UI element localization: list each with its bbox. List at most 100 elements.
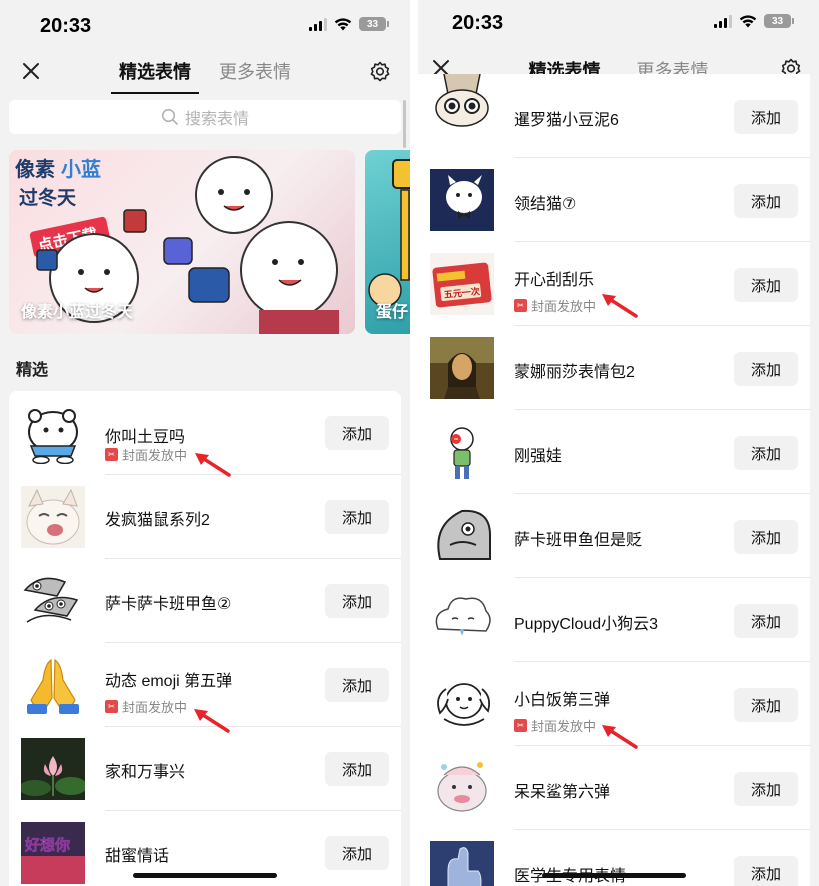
item-name: 发疯猫鼠系列2 xyxy=(105,512,210,529)
item-name: 蒙娜丽莎表情包2 xyxy=(514,364,635,381)
add-button[interactable]: 添加 xyxy=(734,772,798,806)
search-bar[interactable]: 搜索表情 xyxy=(9,100,401,134)
scratch-card-sticker-icon: 五元一次 xyxy=(430,253,494,315)
puppy-cloud-sticker-icon xyxy=(435,597,491,635)
banner-art-text-2: 小蓝 xyxy=(61,158,101,181)
cover-badge: ✂ 封面发放中 xyxy=(105,697,187,716)
item-name: 刚强娃 xyxy=(514,448,563,465)
left-screen: 20:33 33 精选表情 更多表情 搜索表情 像素 小蓝 过冬天 点击下载 像… xyxy=(0,0,410,886)
featured-banner-next[interactable]: 蛋仔 xyxy=(365,150,410,334)
item-name: 领结猫⑦ xyxy=(514,196,577,213)
list-item[interactable]: 呆呆鲨第六弹 添加 xyxy=(418,746,810,830)
cover-badge-text: 封面发放中 xyxy=(122,448,188,463)
search-placeholder: 搜索表情 xyxy=(184,111,249,128)
red-arrow-icon xyxy=(602,725,638,749)
thumb-text: 好想你 xyxy=(24,836,70,854)
white-dog-sticker-icon xyxy=(437,683,491,726)
tab-featured[interactable]: 精选表情 xyxy=(111,58,199,94)
banner-next-caption: 蛋仔 xyxy=(376,304,409,321)
status-time: 20:33 xyxy=(452,12,504,34)
fish-face-sticker-icon xyxy=(437,509,491,560)
item-name: 开心刮刮乐 xyxy=(514,272,595,289)
cover-badge: ✂ 封面发放中 xyxy=(105,445,187,464)
red-arrow-icon xyxy=(195,453,231,477)
add-button[interactable]: 添加 xyxy=(734,856,798,886)
add-button[interactable]: 添加 xyxy=(325,668,389,702)
item-name: 萨卡班甲鱼但是贬 xyxy=(514,532,643,549)
cover-badge-icon: ✂ xyxy=(105,448,118,461)
list-item[interactable]: 领结猫⑦ 添加 xyxy=(418,158,810,242)
list-item[interactable]: 发疯猫鼠系列2 添加 xyxy=(9,475,401,559)
add-button[interactable]: 添加 xyxy=(734,436,798,470)
status-icons: 33 xyxy=(714,14,794,28)
signal-icon xyxy=(714,14,732,28)
banner-art-text-3: 过冬天 xyxy=(19,186,77,209)
add-button[interactable]: 添加 xyxy=(734,688,798,722)
item-name: 暹罗猫小豆泥6 xyxy=(514,112,619,129)
list-item[interactable]: 刚强娃 添加 xyxy=(418,410,810,494)
medical-student-sticker-icon xyxy=(430,841,494,886)
red-arrow-icon xyxy=(602,294,638,318)
list-item[interactable]: 暹罗猫小豆泥6 添加 xyxy=(418,74,810,158)
item-name: 小白饭第三弹 xyxy=(514,692,611,709)
battery-icon: 33 xyxy=(764,14,794,28)
cover-badge-text: 封面发放中 xyxy=(531,719,597,734)
add-button[interactable]: 添加 xyxy=(734,184,798,218)
add-button[interactable]: 添加 xyxy=(734,352,798,386)
strong-kid-sticker-icon xyxy=(450,427,474,479)
section-title: 精选 xyxy=(16,362,49,379)
banner-caption: 像素小蓝过冬天 xyxy=(21,304,134,321)
cover-badge: ✂ 封面发放中 xyxy=(514,716,596,735)
add-button[interactable]: 添加 xyxy=(734,520,798,554)
item-name: 动态 emoji 第五弹 xyxy=(105,673,233,690)
siamese-cat-sticker-icon xyxy=(435,74,489,127)
list-item[interactable]: 家和万事兴 添加 xyxy=(9,727,401,811)
add-button[interactable]: 添加 xyxy=(325,752,389,786)
list-item[interactable]: 萨卡萨卡班甲鱼② 添加 xyxy=(9,559,401,643)
praying-hands-emoji-icon xyxy=(27,658,79,714)
mona-lisa-sticker-icon xyxy=(430,337,494,399)
featured-banner[interactable]: 像素 小蓝 过冬天 点击下载 像素小蓝过冬天 xyxy=(9,150,355,334)
item-name: 呆呆鲨第六弹 xyxy=(514,784,611,801)
gear-icon[interactable] xyxy=(368,60,392,84)
cover-badge-icon: ✂ xyxy=(105,700,118,713)
fish-sticker-icon xyxy=(23,577,79,623)
love-words-sticker-icon: 好想你 xyxy=(21,822,85,884)
add-button[interactable]: 添加 xyxy=(325,584,389,618)
tab-bar: 精选表情 更多表情 xyxy=(0,58,410,94)
bowtie-cat-sticker-icon xyxy=(430,169,494,231)
cover-badge: ✂ 封面发放中 xyxy=(514,296,596,315)
cover-badge-icon: ✂ xyxy=(514,299,527,312)
banner-art-text-1: 像素 xyxy=(15,157,55,181)
cover-badge-icon: ✂ xyxy=(514,719,527,732)
add-button[interactable]: 添加 xyxy=(325,836,389,870)
right-screen: 20:33 33 精选表情 更多表情 暹罗猫小豆泥6 添加 领结猫⑦ 添加 五元… xyxy=(418,0,819,886)
list-item[interactable]: PuppyCloud小狗云3 添加 xyxy=(418,578,810,662)
status-bar: 20:33 33 xyxy=(0,0,410,46)
item-name: 甜蜜情话 xyxy=(105,848,170,865)
item-name: 家和万事兴 xyxy=(105,764,186,781)
top-nav: 精选表情 更多表情 xyxy=(0,48,410,96)
add-button[interactable]: 添加 xyxy=(734,100,798,134)
add-button[interactable]: 添加 xyxy=(734,268,798,302)
wifi-icon xyxy=(334,18,352,31)
status-bar: 20:33 33 xyxy=(418,0,819,46)
list-item[interactable]: 蒙娜丽莎表情包2 添加 xyxy=(418,326,810,410)
list-item[interactable]: 萨卡班甲鱼但是贬 添加 xyxy=(418,494,810,578)
home-indicator xyxy=(542,873,686,878)
item-name: PuppyCloud小狗云3 xyxy=(514,616,659,633)
cover-badge-text: 封面发放中 xyxy=(122,700,188,715)
add-button[interactable]: 添加 xyxy=(325,416,389,450)
wifi-icon xyxy=(739,15,757,28)
battery-icon: 33 xyxy=(359,17,389,31)
red-arrow-icon xyxy=(194,709,230,733)
home-indicator xyxy=(133,873,277,878)
add-button[interactable]: 添加 xyxy=(734,604,798,638)
tab-more[interactable]: 更多表情 xyxy=(219,58,291,94)
search-icon xyxy=(161,108,178,125)
sticker-list: 暹罗猫小豆泥6 添加 领结猫⑦ 添加 五元一次 开心刮刮乐 ✂ 封面发放中 添加… xyxy=(418,74,810,886)
item-name: 萨卡萨卡班甲鱼② xyxy=(105,596,232,613)
add-button[interactable]: 添加 xyxy=(325,500,389,534)
shark-sticker-icon xyxy=(437,762,487,812)
scrollbar xyxy=(403,100,406,148)
